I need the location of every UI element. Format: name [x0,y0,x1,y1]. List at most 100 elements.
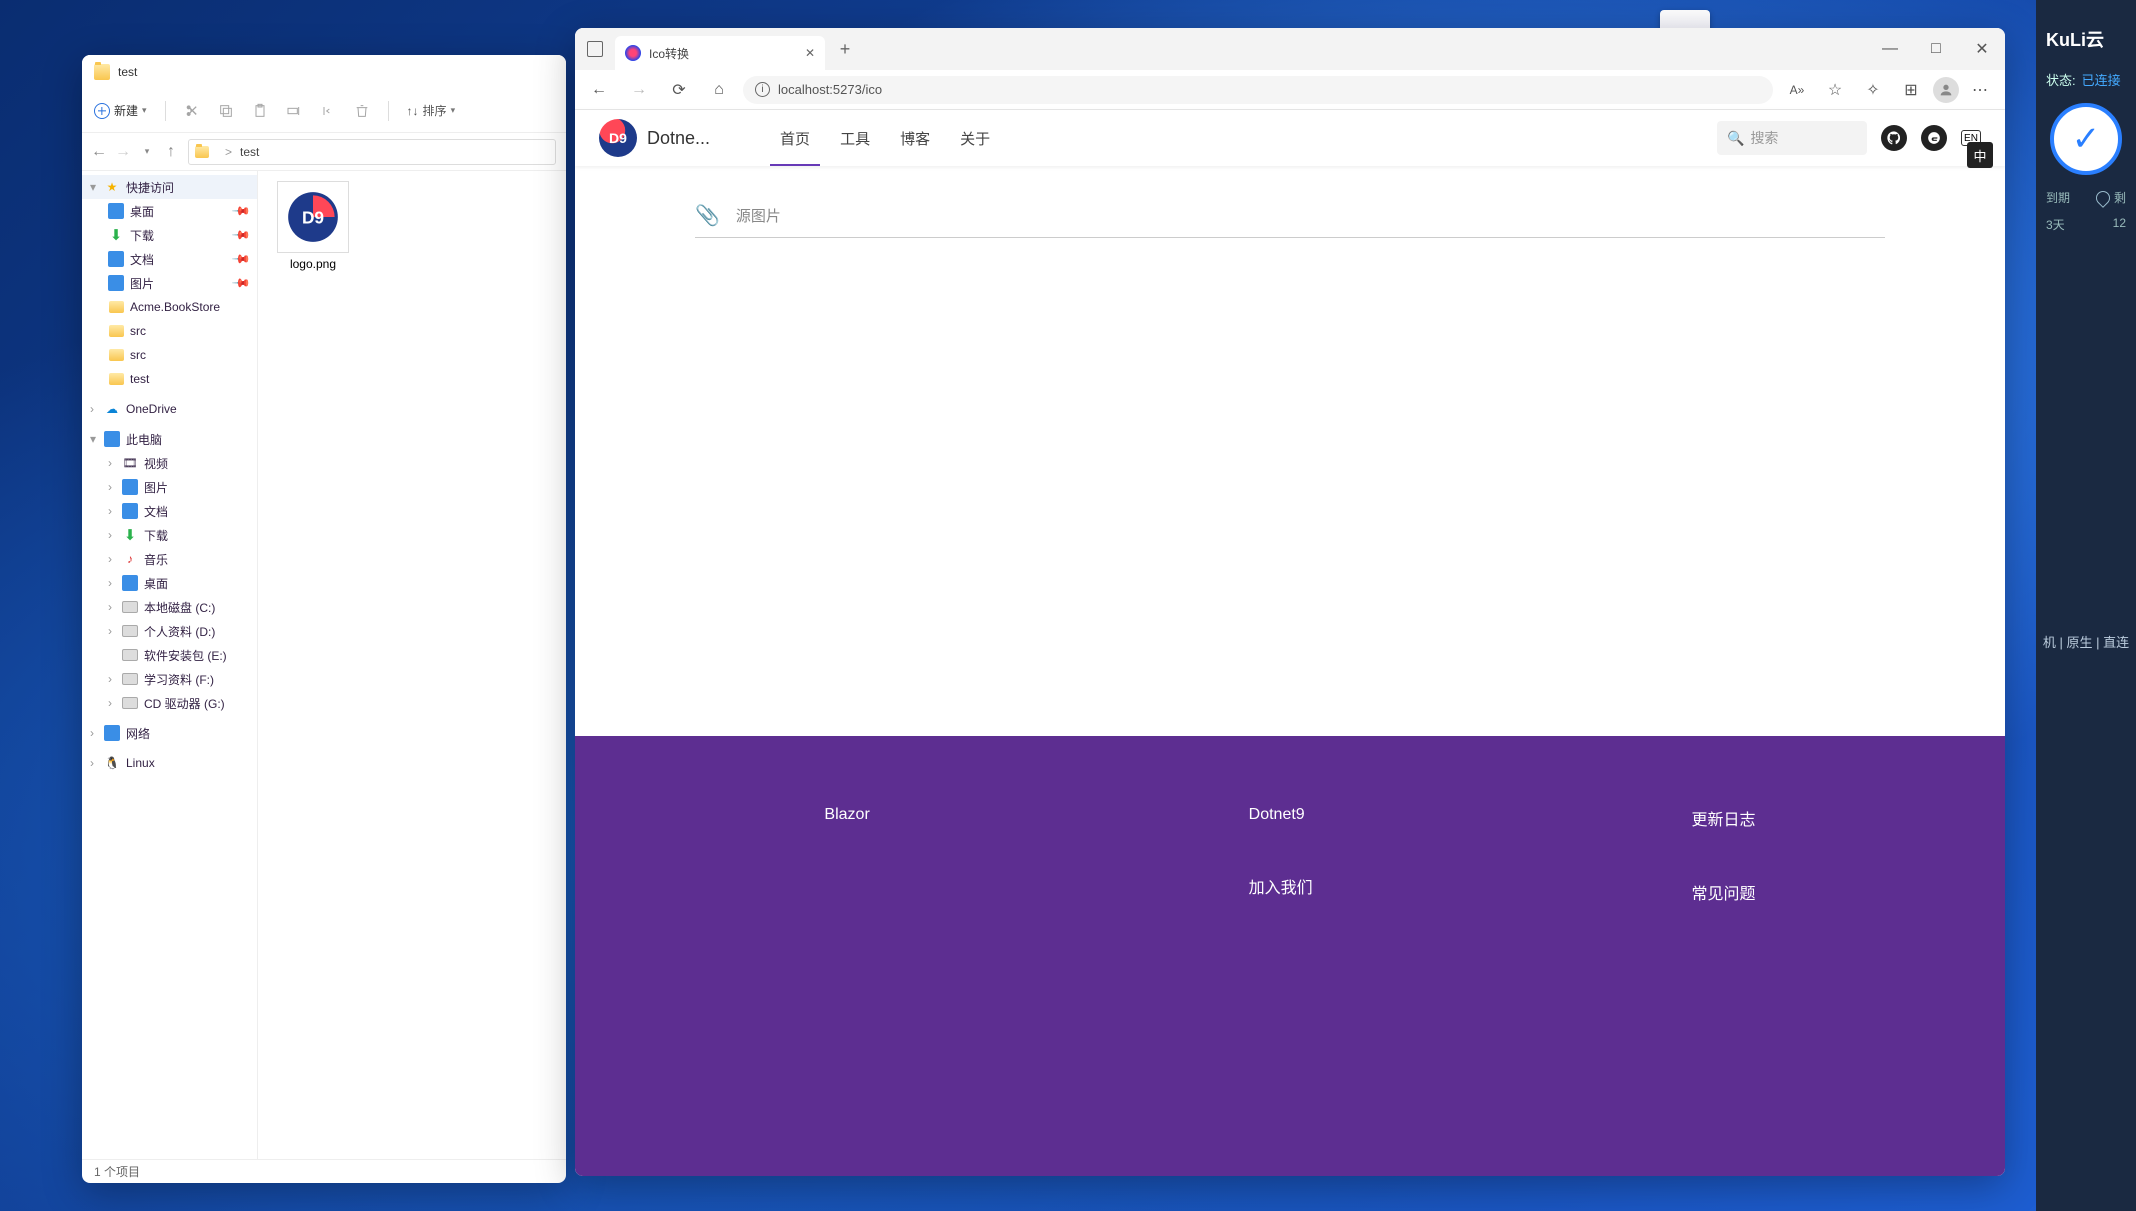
file-item-logo[interactable]: D9 logo.png [268,181,358,271]
maximize-button[interactable]: □ [1913,28,1959,70]
menu-button[interactable]: ⋯ [1965,74,1997,106]
sidebar-item-folder[interactable]: src [100,319,257,343]
sidebar-item-pictures[interactable]: ›图片 [100,475,257,499]
site-info-icon[interactable]: i [755,82,770,97]
overlay-status-row: 状态: 已连接 [2046,70,2126,89]
close-button[interactable]: ✕ [1959,28,2005,70]
pin-icon: 📌 [231,225,251,245]
delete-icon[interactable] [354,103,370,119]
sidebar-item-desktop[interactable]: 桌面📌 [100,199,257,223]
drive-icon [122,601,138,613]
new-tab-button[interactable]: + [831,35,859,63]
sidebar-item-music[interactable]: ›♪音乐 [100,547,257,571]
search-icon: 🔍 [1727,130,1744,147]
back-button[interactable]: ← [92,145,106,159]
sidebar-this-pc[interactable]: ▾此电脑 [82,427,257,451]
favorite-icon[interactable]: ☆ [1819,74,1851,106]
star-icon: ★ [104,179,120,195]
home-button[interactable]: ⌂ [703,74,735,106]
sidebar-item-folder[interactable]: test [100,367,257,391]
profile-avatar[interactable] [1933,77,1959,103]
forward-button[interactable]: → [116,145,130,159]
picture-icon [122,479,138,495]
sidebar-network[interactable]: ›网络 [82,721,257,745]
new-button[interactable]: 新建 ▾ [94,102,147,119]
search-input[interactable]: 🔍 搜索 [1717,121,1867,155]
sidebar-item-drive-e[interactable]: 软件安装包 (E:) [100,643,257,667]
gitee-icon[interactable] [1921,125,1947,151]
footer-link[interactable]: Dotnet9 [1249,806,1313,824]
copy-icon[interactable] [218,103,234,119]
sidebar-item-folder[interactable]: Acme.BookStore [100,295,257,319]
upload-field[interactable]: 📎 源图片 [695,194,1885,238]
sidebar-label: 桌面 [144,575,168,592]
page-footer: Blazor Dotnet9 加入我们 更新日志 常见问题 [575,736,2005,1176]
back-button[interactable]: ← [583,74,615,106]
ime-cn-badge[interactable]: 中 [1967,142,1993,168]
sidebar-item-drive-g[interactable]: ›CD 驱动器 (G:) [100,691,257,715]
sidebar-label: 快捷访问 [126,179,174,196]
app-logo[interactable]: D9 [599,119,637,157]
nav-tools[interactable]: 工具 [840,110,870,166]
up-button[interactable]: ↑ [164,145,178,159]
address-bar[interactable]: i localhost:5273/ico [743,76,1773,104]
tab-actions-icon[interactable] [587,41,603,57]
browser-toolbar: ← → ⟳ ⌂ i localhost:5273/ico A» ☆ ✧ ⊞ ⋯ [575,70,2005,110]
rem-label: 剩 [2114,189,2126,206]
explorer-titlebar[interactable]: test [82,55,566,89]
paste-icon[interactable] [252,103,268,119]
footer-link[interactable]: 更新日志 [1692,806,1756,830]
favorites-bar-icon[interactable]: ✧ [1857,74,1889,106]
sidebar-item-drive-d[interactable]: ›个人资料 (D:) [100,619,257,643]
sidebar-item-pictures[interactable]: 图片📌 [100,271,257,295]
sidebar-item-downloads[interactable]: ⬇下载📌 [100,223,257,247]
footer-link[interactable]: 加入我们 [1249,874,1313,898]
sidebar-label: CD 驱动器 (G:) [144,695,225,712]
folder-icon [109,349,124,361]
close-tab-icon[interactable]: ✕ [805,46,815,60]
sidebar-item-drive-f[interactable]: ›学习资料 (F:) [100,667,257,691]
footer-link[interactable]: 常见问题 [1692,880,1756,904]
explorer-address-bar: ← → ▾ ↑ > test [82,133,566,171]
sort-button[interactable]: ↑↓ 排序 ▾ [407,102,456,119]
refresh-button[interactable]: ⟳ [663,74,695,106]
picture-icon [108,275,124,291]
sidebar-item-downloads[interactable]: ›⬇下载 [100,523,257,547]
sort-label: 排序 [423,102,447,119]
nav-blog[interactable]: 博客 [900,110,930,166]
sidebar-linux[interactable]: ›🐧Linux [82,751,257,775]
forward-button[interactable]: → [623,74,655,106]
pin-icon: 📌 [231,249,251,269]
explorer-file-area[interactable]: D9 logo.png [258,171,566,1159]
browser-tab[interactable]: Ico转换 ✕ [615,36,825,70]
connect-toggle[interactable]: ✓ [2050,103,2122,175]
read-aloud-icon[interactable]: A» [1781,74,1813,106]
footer-link[interactable]: Blazor [824,806,869,824]
address-field[interactable]: > test [188,139,556,165]
sidebar-onedrive[interactable]: ›☁OneDrive [82,397,257,421]
breadcrumb-current[interactable]: test [240,145,259,159]
folder-icon [94,64,110,80]
sidebar-item-folder[interactable]: src [100,343,257,367]
overlay-mode-links[interactable]: 机 | 原生 | 直连 [2036,632,2136,651]
share-icon[interactable] [320,103,336,119]
sidebar-label: 学习资料 (F:) [144,671,214,688]
sidebar-item-documents[interactable]: ›文档 [100,499,257,523]
sidebar-quick-access[interactable]: ▾ ★ 快捷访问 [82,175,257,199]
expire-label: 到期 [2046,189,2070,206]
page-content: D9 Dotne... 首页 工具 博客 关于 🔍 搜索 EN 中 [575,110,2005,1176]
sidebar-item-desktop[interactable]: ›桌面 [100,571,257,595]
desktop-icon [122,575,138,591]
sidebar-item-drive-c[interactable]: ›本地磁盘 (C:) [100,595,257,619]
collections-icon[interactable]: ⊞ [1895,74,1927,106]
nav-home[interactable]: 首页 [780,110,810,166]
cut-icon[interactable] [184,103,200,119]
github-icon[interactable] [1881,125,1907,151]
minimize-button[interactable]: — [1867,28,1913,70]
sidebar-item-videos[interactable]: ›🎞视频 [100,451,257,475]
nav-about[interactable]: 关于 [960,110,990,166]
sidebar-item-documents[interactable]: 文档📌 [100,247,257,271]
chevron-down-icon[interactable]: ▾ [140,145,154,159]
download-icon: ⬇ [122,527,138,543]
rename-icon[interactable] [286,103,302,119]
